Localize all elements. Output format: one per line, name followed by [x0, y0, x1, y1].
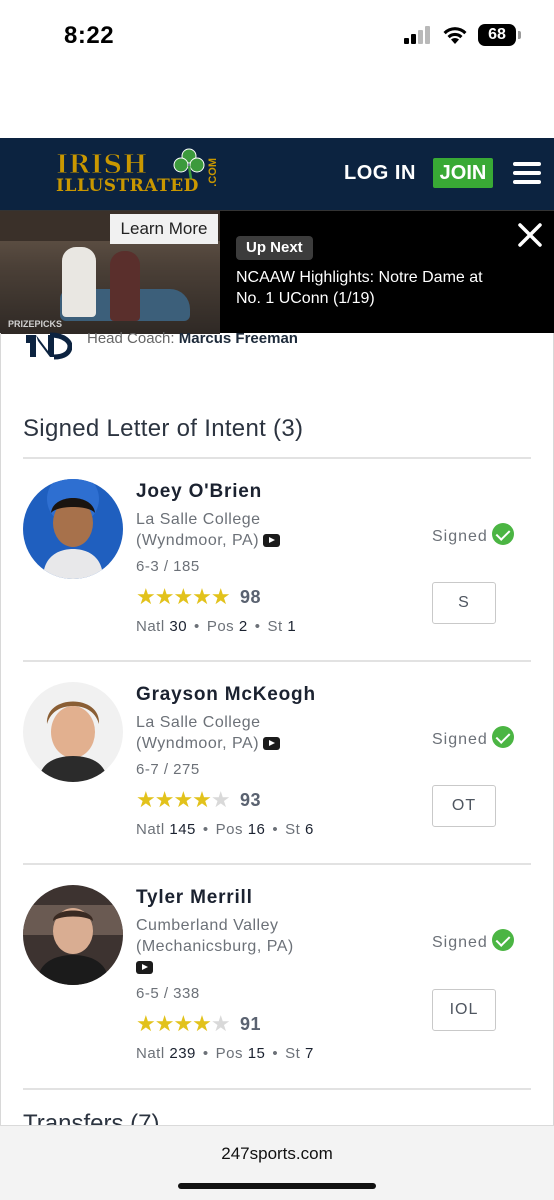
row-divider — [23, 1088, 531, 1090]
section-title: Signed Letter of Intent (3) — [23, 415, 304, 442]
cellular-signal-icon — [404, 26, 430, 44]
player-school-location: (Wyndmoor, PA) — [136, 735, 260, 752]
player-rating: 93 — [240, 790, 262, 810]
player-rating: 91 — [240, 1014, 262, 1034]
natl-rank[interactable]: 239 — [169, 1045, 196, 1062]
st-label: St — [285, 821, 301, 838]
natl-rank[interactable]: 145 — [169, 821, 196, 838]
wifi-icon — [443, 27, 467, 44]
player-school[interactable]: La Salle College (Wyndmoor, PA) — [136, 509, 336, 551]
site-header: IRISH ILLUSTRATED .COM LOG IN JOIN — [0, 138, 554, 210]
signed-status: Signed — [432, 929, 514, 952]
player-row[interactable]: Joey O'Brien La Salle College (Wyndmoor,… — [0, 459, 554, 662]
player-row[interactable]: Grayson McKeogh La Salle College (Wyndmo… — [0, 662, 554, 865]
status-time: 8:22 — [64, 22, 115, 49]
url-display[interactable]: 247sports.com — [0, 1144, 554, 1164]
sponsor-tag: PRIZEPICKS — [8, 319, 63, 329]
player-name[interactable]: Grayson McKeogh — [136, 684, 316, 706]
player-school-name: La Salle College — [136, 511, 261, 528]
player-avatar[interactable] — [23, 885, 123, 985]
head-coach: Head Coach: Marcus Freeman — [87, 330, 298, 347]
player-measurements: 6-7 / 275 — [136, 761, 200, 778]
menu-icon[interactable] — [513, 162, 541, 184]
browser-address-bar: 247sports.com — [0, 1125, 554, 1200]
logo-suffix: .COM — [207, 158, 219, 187]
natl-label: Natl — [136, 821, 165, 838]
player-school[interactable]: Cumberland Valley (Mechanicsburg, PA) — [136, 915, 336, 978]
status-label: Signed — [432, 528, 488, 545]
natl-label: Natl — [136, 618, 165, 635]
battery-icon: 68 — [478, 24, 521, 46]
signed-status: Signed — [432, 523, 514, 546]
video-icon[interactable] — [263, 737, 281, 750]
join-button[interactable]: JOIN — [433, 158, 493, 188]
check-icon — [491, 523, 514, 545]
player-ranks: Natl 145 • Pos 16 • St 6 — [136, 821, 314, 838]
video-icon[interactable] — [263, 534, 281, 547]
player-name[interactable]: Tyler Merrill — [136, 887, 253, 909]
st-label: St — [285, 1045, 301, 1062]
natl-rank[interactable]: 30 — [169, 618, 187, 635]
signed-status: Signed — [432, 726, 514, 749]
player-name[interactable]: Joey O'Brien — [136, 481, 262, 503]
state-rank[interactable]: 7 — [305, 1045, 314, 1062]
notre-dame-logo-icon — [26, 332, 72, 360]
status-label: Signed — [432, 934, 488, 951]
learn-more-button[interactable]: Learn More — [110, 214, 218, 244]
head-coach-label: Head Coach: — [87, 330, 175, 347]
home-indicator[interactable] — [178, 1183, 376, 1189]
check-icon — [491, 726, 514, 748]
player-measurements: 6-3 / 185 — [136, 558, 200, 575]
pos-rank[interactable]: 15 — [248, 1045, 266, 1062]
up-next-badge: Up Next — [236, 236, 313, 260]
player-school[interactable]: La Salle College (Wyndmoor, PA) — [136, 712, 336, 754]
login-button[interactable]: LOG IN — [344, 162, 416, 185]
position-badge[interactable]: S — [432, 582, 496, 624]
natl-label: Natl — [136, 1045, 165, 1062]
site-logo[interactable]: IRISH ILLUSTRATED .COM — [56, 148, 226, 200]
video-player-bar: PRIZEPICKS Learn More Up Next NCAAW High… — [0, 210, 554, 334]
position-badge[interactable]: IOL — [432, 989, 496, 1031]
player-avatar[interactable] — [23, 479, 123, 579]
up-next-title[interactable]: NCAAW Highlights: Notre Dame at No. 1 UC… — [236, 267, 496, 309]
state-rank[interactable]: 6 — [305, 821, 314, 838]
pos-rank[interactable]: 2 — [239, 618, 248, 635]
close-icon[interactable] — [516, 221, 544, 249]
pos-label: Pos — [215, 1045, 244, 1062]
player-ranks: Natl 239 • Pos 15 • St 7 — [136, 1045, 314, 1062]
player-school-name: Cumberland Valley — [136, 917, 279, 934]
player-measurements: 6-5 / 338 — [136, 985, 200, 1002]
status-icons: 68 — [404, 24, 521, 46]
status-label: Signed — [432, 731, 488, 748]
pos-label: Pos — [215, 821, 244, 838]
state-rank[interactable]: 1 — [287, 618, 296, 635]
battery-level: 68 — [488, 26, 506, 43]
player-school-location: (Mechanicsburg, PA) — [136, 938, 294, 955]
check-icon — [491, 929, 514, 951]
coach-row: Head Coach: Marcus Freeman — [24, 329, 524, 361]
star-rating-icon: ★★★★★ — [136, 584, 231, 609]
player-row[interactable]: Tyler Merrill Cumberland Valley (Mechani… — [0, 865, 554, 1068]
video-icon[interactable] — [136, 961, 153, 974]
player-school-name: La Salle College — [136, 714, 261, 731]
logo-line2: ILLUSTRATED — [56, 176, 199, 196]
head-coach-name[interactable]: Marcus Freeman — [179, 330, 298, 347]
player-rating: 98 — [240, 587, 262, 607]
player-ranks: Natl 30 • Pos 2 • St 1 — [136, 618, 297, 635]
pos-label: Pos — [206, 618, 235, 635]
status-bar: 8:22 68 — [0, 0, 554, 138]
star-rating-icon: ★★★★★ — [136, 787, 231, 812]
position-badge[interactable]: OT — [432, 785, 496, 827]
player-school-location: (Wyndmoor, PA) — [136, 532, 260, 549]
star-rating-icon: ★★★★★ — [136, 1011, 231, 1036]
pos-rank[interactable]: 16 — [248, 821, 266, 838]
player-avatar[interactable] — [23, 682, 123, 782]
st-label: St — [267, 618, 283, 635]
